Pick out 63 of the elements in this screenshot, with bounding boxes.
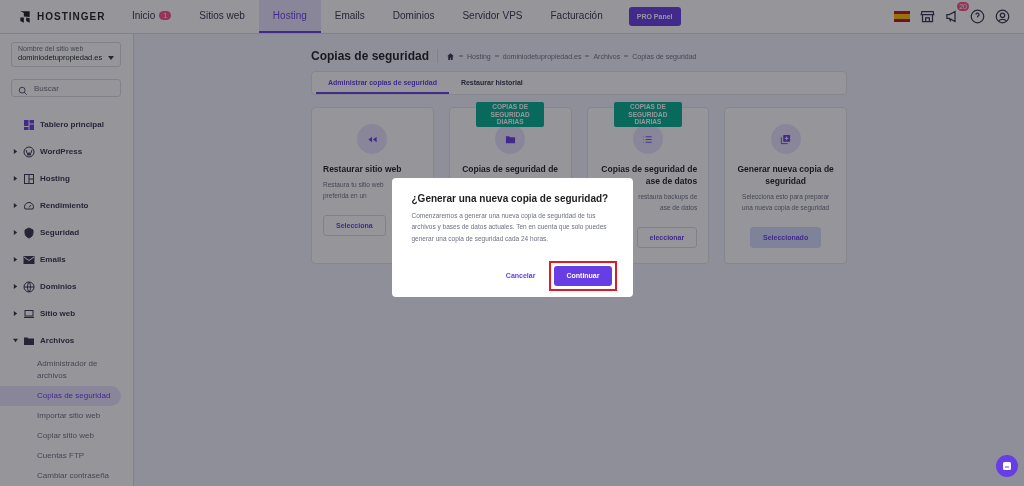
sidebar-item[interactable]: Hosting [0, 165, 121, 192]
sidebar-subitem[interactable]: Copiar sitio web [0, 426, 121, 446]
help-icon [970, 9, 985, 24]
nav-tab[interactable]: Hosting [258, 0, 321, 33]
card-title: Generar nueva copia de seguridad [736, 163, 835, 187]
sidebar-item[interactable]: Tablero principal [0, 111, 121, 138]
search-icon [18, 86, 28, 96]
dashboard-icon [23, 118, 35, 131]
folder-icon [504, 133, 516, 145]
dialog-title: ¿Generar una nueva copia de seguridad? [411, 192, 610, 204]
separator-icon [585, 55, 590, 57]
sidebar-label: Sitio web [40, 309, 76, 318]
add-copy-icon [780, 133, 792, 145]
card-title: Copias de seguridad de [601, 163, 698, 175]
account-icon [995, 9, 1010, 24]
sidebar-item[interactable]: Rendimiento [0, 192, 121, 219]
caret-icon [108, 55, 114, 60]
gauge-icon [23, 199, 35, 212]
wordpress-icon [23, 145, 35, 158]
search-field[interactable]: Buscar [11, 79, 121, 97]
spain-flag-icon[interactable] [894, 11, 910, 22]
separator-icon [624, 55, 629, 57]
separator-icon [459, 55, 464, 57]
nav-tab[interactable]: Facturación [536, 0, 617, 33]
sidebar-subitem[interactable]: Copias de seguridad [0, 386, 121, 406]
sidebar-subitem[interactable]: Cuentas FTP [0, 446, 121, 466]
store-icon [920, 9, 935, 24]
server-icon [23, 172, 35, 185]
laptop-icon [23, 307, 35, 320]
sidebar-item[interactable]: Archivos [0, 327, 121, 354]
separator-icon [494, 55, 499, 57]
sidebar-label: Archivos [40, 336, 75, 345]
list-icon [642, 133, 654, 145]
sidebar-label: WordPress [40, 147, 83, 156]
brand-name: HOSTINGER [37, 11, 106, 22]
sidebar-item[interactable]: Dominios [0, 273, 121, 300]
sidebar-label: Tablero principal [40, 120, 104, 129]
sidebar-label: Dominios [40, 282, 77, 291]
home-icon [446, 51, 456, 61]
sidebar-item[interactable]: Emails [0, 246, 121, 273]
sidebar-item[interactable]: Sitio web [0, 300, 121, 327]
sidebar-label: Emails [40, 255, 66, 264]
card-title: ase de datos [645, 175, 698, 187]
nav-tab[interactable]: Sitios web [185, 0, 259, 33]
sidebar-subitem[interactable]: Cambiar contraseña [0, 466, 121, 486]
nav-tab[interactable]: Dominios [378, 0, 449, 33]
sidebar-subitem[interactable]: Importar sitio web [0, 406, 121, 426]
sidebar-label: Hosting [40, 174, 70, 183]
sidebar-item[interactable]: WordPress [0, 138, 121, 165]
card-title: Restaurar sitio web [323, 163, 402, 175]
card-title: Copias de seguridad de [462, 163, 559, 175]
sidebar-label: Seguridad [40, 228, 80, 237]
sidebar-label: Rendimiento [40, 201, 89, 210]
chat-button[interactable] [996, 455, 1018, 477]
sidebar-subitem[interactable]: Administrador de archivos [0, 354, 121, 386]
sidebar-item[interactable]: Seguridad [0, 219, 121, 246]
logo-icon [18, 9, 32, 24]
page-title: Copias de seguridad [311, 49, 439, 63]
shield-icon [23, 226, 35, 239]
globe-icon [23, 280, 35, 293]
nav-tab[interactable]: Servidor VPS [448, 0, 537, 33]
chat-icon [1002, 461, 1012, 471]
envelope-icon [23, 253, 35, 266]
